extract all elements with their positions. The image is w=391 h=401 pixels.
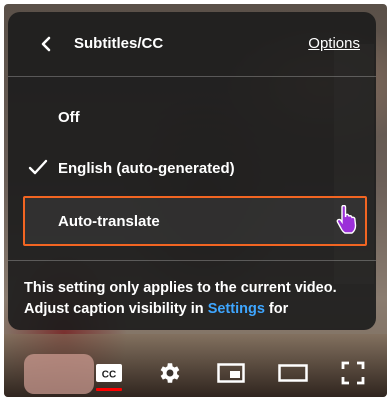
fullscreen-button[interactable] [336, 358, 370, 388]
menu-header: Subtitles/CC Options [8, 12, 376, 77]
menu-item-auto-translate[interactable]: Auto-translate [23, 196, 367, 246]
cc-icon-text: CC [102, 370, 116, 381]
subtitles-cc-button[interactable]: CC [92, 358, 126, 391]
menu-title: Subtitles/CC [74, 35, 164, 52]
menu-divider [8, 260, 376, 261]
player-controls-bar: CC [4, 350, 387, 397]
miniplayer-button[interactable] [214, 358, 248, 388]
settings-gear-icon [160, 363, 180, 383]
fullscreen-icon [341, 361, 365, 385]
miniplayer-icon [217, 363, 245, 383]
chevron-left-icon [41, 36, 51, 52]
hand-pointer-cursor-icon [336, 205, 357, 234]
checkmark-icon [28, 159, 48, 175]
menu-item-off[interactable]: Off [20, 93, 364, 141]
menu-item-label: Auto-translate [58, 212, 160, 230]
theater-mode-button[interactable] [276, 358, 310, 388]
subtitles-menu: Subtitles/CC Options Off English (auto-g… [8, 12, 376, 330]
options-link[interactable]: Options [308, 35, 360, 52]
settings-link[interactable]: Settings [208, 301, 265, 317]
info-text-part: for [264, 301, 289, 317]
back-button[interactable] [32, 30, 60, 58]
cc-active-indicator [96, 388, 122, 391]
info-text: This setting only applies to the current… [24, 278, 369, 320]
menu-item-label: English (auto-generated) [58, 159, 235, 177]
subtitles-cc-icon: CC [96, 364, 122, 382]
menu-item-english-auto-generated[interactable]: English (auto-generated) [20, 144, 364, 192]
info-text-part: This setting only applies to the current… [24, 280, 337, 317]
theater-mode-icon [278, 364, 308, 382]
settings-button[interactable] [152, 358, 186, 388]
menu-item-label: Off [58, 108, 80, 126]
